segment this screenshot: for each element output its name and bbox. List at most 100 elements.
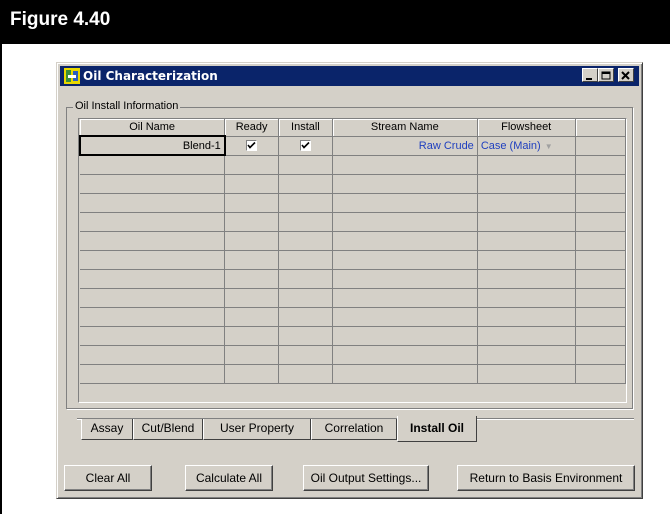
empty-cell[interactable] [80,193,226,213]
figure-title: Figure 4.40 [10,9,111,30]
empty-cell[interactable] [575,193,626,213]
empty-cell[interactable] [224,326,280,346]
stream-name-cell[interactable]: Raw Crude [332,136,478,156]
empty-cell[interactable] [80,364,226,384]
empty-cell[interactable] [80,212,226,232]
empty-cell[interactable] [278,364,333,384]
empty-cell[interactable] [80,326,226,346]
empty-cell[interactable] [278,345,333,365]
empty-cell[interactable] [278,174,333,194]
empty-cell[interactable] [224,288,280,308]
empty-cell[interactable] [332,250,478,270]
empty-cell[interactable] [224,345,280,365]
empty-cell[interactable] [80,307,226,327]
empty-cell[interactable] [575,212,626,232]
empty-cell[interactable] [224,269,280,289]
empty-cell[interactable] [332,307,478,327]
empty-cell[interactable] [332,345,478,365]
tab-install-oil[interactable]: Install Oil [397,416,477,442]
empty-cell[interactable] [80,174,226,194]
empty-cell[interactable] [278,193,333,213]
col-header-flowsheet[interactable]: Flowsheet [477,119,576,137]
clear-all-button[interactable]: Clear All [64,465,152,491]
close-button[interactable] [618,68,634,82]
empty-cell[interactable] [477,326,576,346]
calculate-all-button[interactable]: Calculate All [185,465,273,491]
empty-cell[interactable] [224,250,280,270]
empty-cell[interactable] [477,174,576,194]
empty-cell[interactable] [224,364,280,384]
empty-cell[interactable] [477,231,576,251]
table-row [80,174,626,194]
empty-cell[interactable] [575,155,626,175]
empty-cell[interactable] [224,174,280,194]
minimize-button[interactable] [582,68,598,82]
oil-output-settings-button[interactable]: Oil Output Settings... [303,465,429,491]
empty-cell[interactable] [224,155,280,175]
empty-cell[interactable] [278,155,333,175]
empty-cell[interactable] [477,250,576,270]
empty-cell[interactable] [332,326,478,346]
empty-cell[interactable] [224,231,280,251]
empty-cell[interactable] [332,269,478,289]
empty-cell[interactable] [224,212,280,232]
empty-cell[interactable] [477,269,576,289]
empty-cell[interactable] [575,231,626,251]
empty-cell[interactable] [80,288,226,308]
tab-user-property[interactable]: User Property [203,419,311,440]
empty-cell[interactable] [80,250,226,270]
empty-cell[interactable] [332,155,478,175]
tab-assay[interactable]: Assay [81,419,133,440]
col-header-install[interactable]: Install [278,119,333,137]
empty-cell[interactable] [575,326,626,346]
empty-cell[interactable] [80,345,226,365]
empty-cell[interactable] [224,193,280,213]
empty-cell[interactable] [575,174,626,194]
oil-name-cell[interactable]: Blend-1 [79,135,226,156]
empty-cell[interactable] [575,250,626,270]
empty-cell[interactable] [278,269,333,289]
ready-cell[interactable] [224,136,280,156]
empty-cell[interactable] [575,269,626,289]
empty-cell[interactable] [477,364,576,384]
empty-cell[interactable] [477,345,576,365]
empty-cell[interactable] [332,288,478,308]
empty-cell[interactable] [332,193,478,213]
empty-cell[interactable] [278,212,333,232]
empty-cell[interactable] [575,307,626,327]
empty-cell[interactable] [332,212,478,232]
empty-cell[interactable] [477,307,576,327]
col-header-ready[interactable]: Ready [224,119,280,137]
col-header-stream-name[interactable]: Stream Name [332,119,478,137]
empty-cell[interactable] [332,364,478,384]
empty-cell[interactable] [575,364,626,384]
empty-cell[interactable] [278,307,333,327]
ready-checkbox[interactable] [246,140,258,152]
title-bar[interactable]: Oil Characterization [60,66,639,86]
empty-cell[interactable] [278,326,333,346]
empty-cell[interactable] [224,307,280,327]
maximize-button[interactable] [598,68,614,82]
col-header-oil-name[interactable]: Oil Name [80,119,226,137]
empty-cell[interactable] [278,231,333,251]
empty-cell[interactable] [477,193,576,213]
empty-cell[interactable] [80,231,226,251]
empty-cell[interactable] [80,269,226,289]
empty-cell[interactable] [477,212,576,232]
empty-cell[interactable] [477,288,576,308]
install-cell[interactable] [278,136,333,156]
tab-cut-blend[interactable]: Cut/Blend [133,419,203,440]
empty-cell[interactable] [332,231,478,251]
empty-cell[interactable] [278,288,333,308]
empty-cell[interactable] [575,288,626,308]
dropdown-arrow-icon[interactable]: ▼ [545,142,553,151]
empty-cell[interactable] [575,345,626,365]
tab-correlation[interactable]: Correlation [311,419,397,440]
return-basis-button[interactable]: Return to Basis Environment [457,465,635,491]
empty-cell[interactable] [278,250,333,270]
empty-cell[interactable] [477,155,576,175]
empty-cell[interactable] [332,174,478,194]
install-checkbox[interactable] [299,140,311,152]
empty-cell[interactable] [80,155,226,175]
flowsheet-cell[interactable]: Case (Main) ▼ [477,136,576,156]
